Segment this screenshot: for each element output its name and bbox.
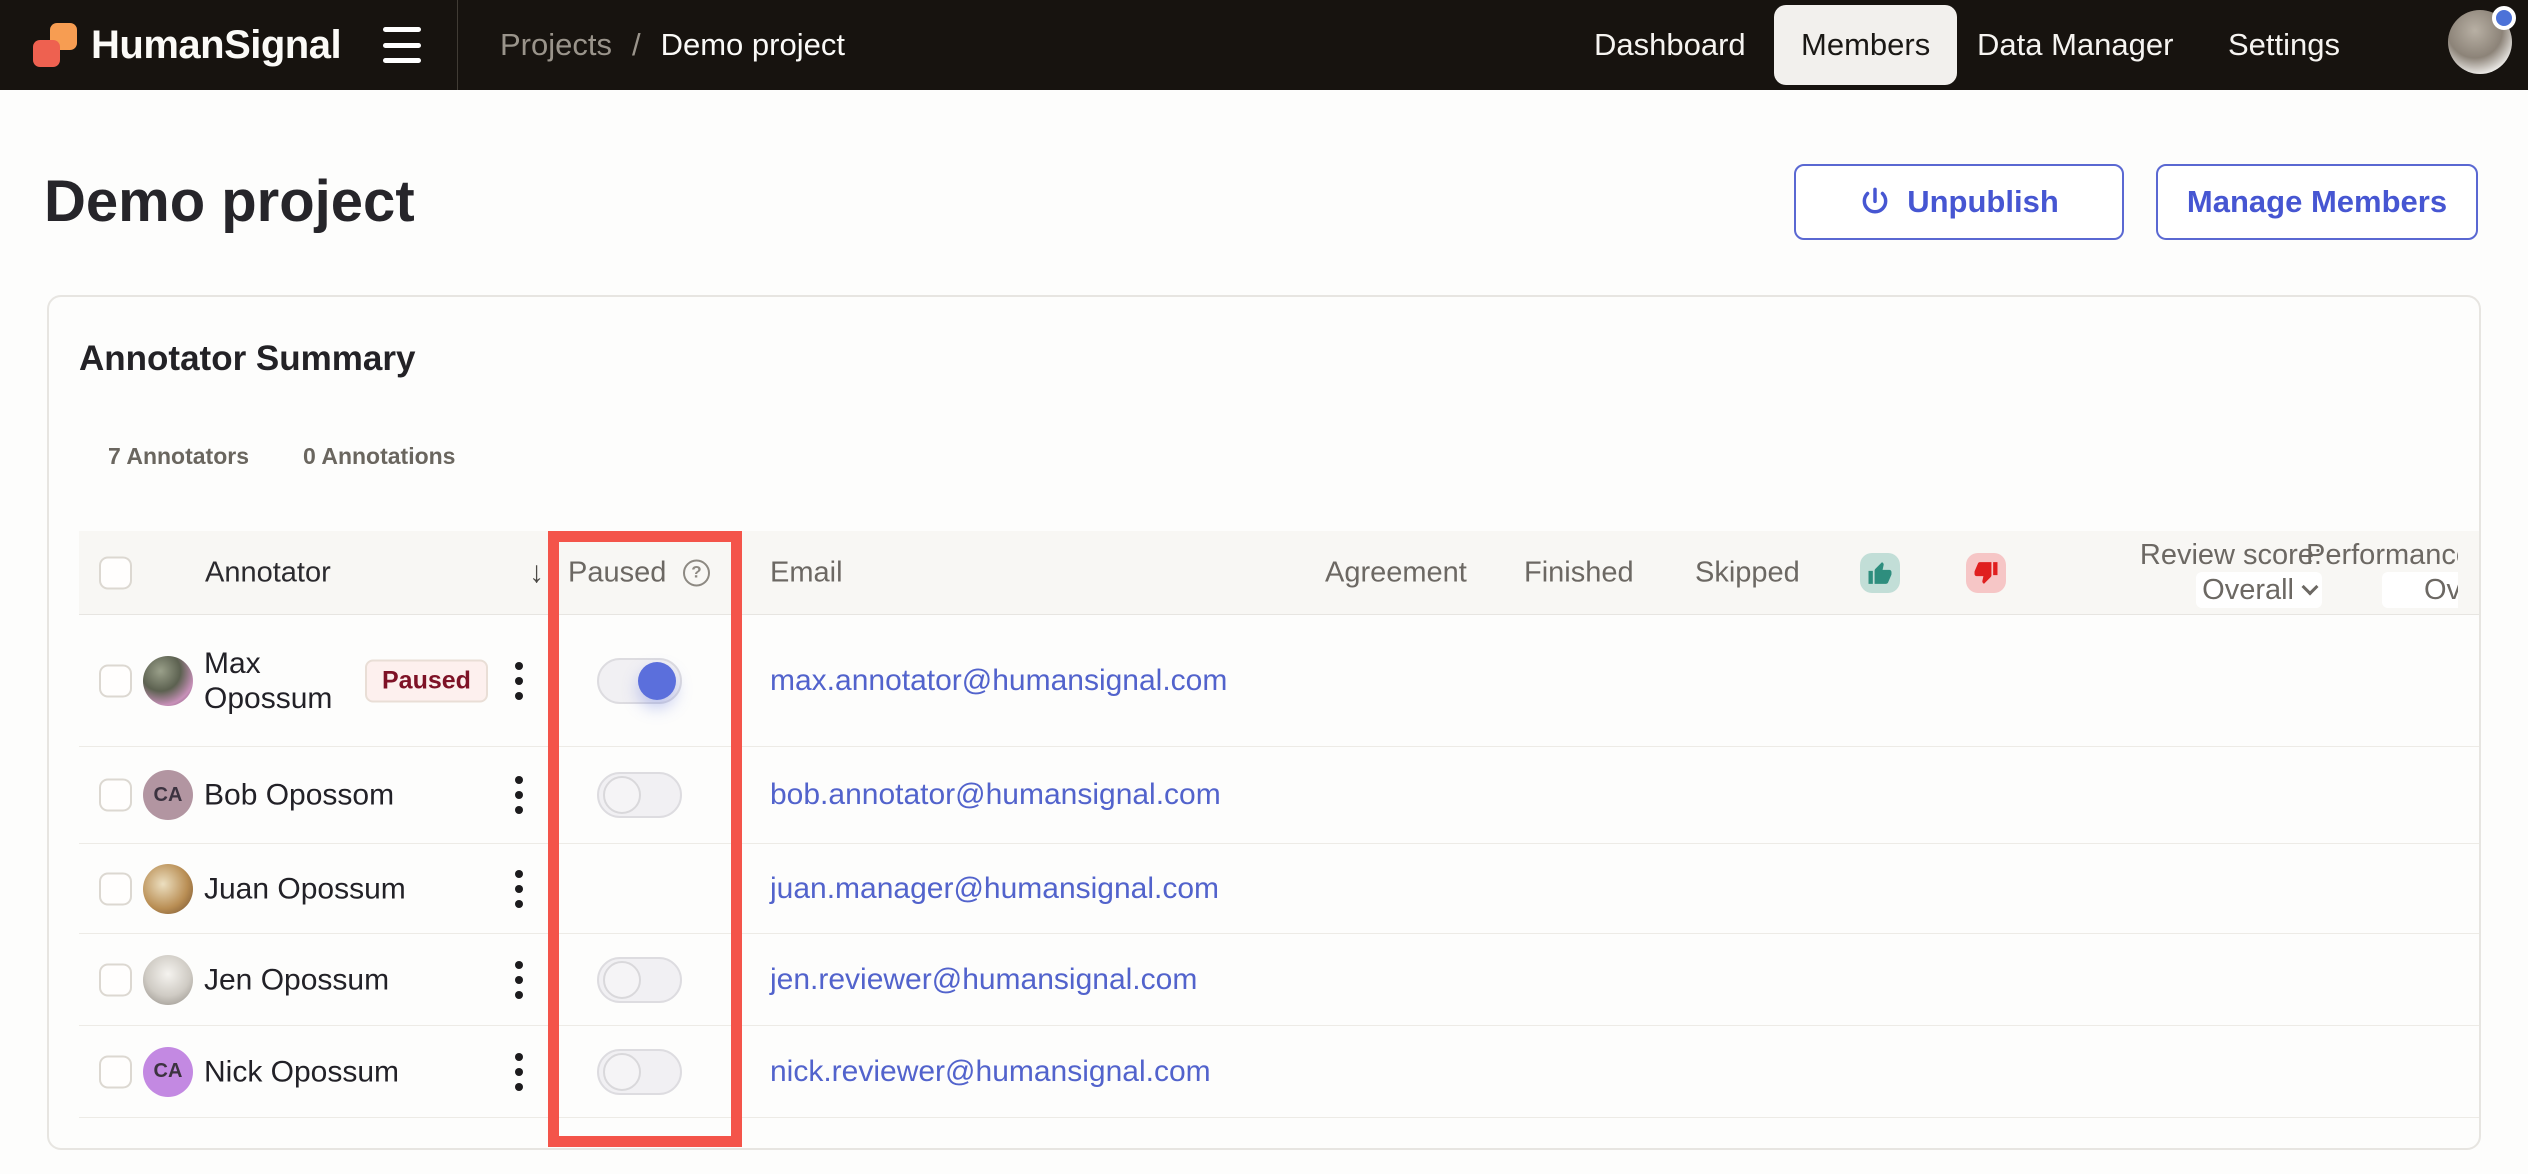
logo-text: HumanSignal: [91, 22, 342, 67]
review-score-label: Review score:: [2139, 538, 2322, 571]
column-header-performance: Performance Overall: [2306, 538, 2458, 608]
breadcrumb-separator: /: [631, 27, 641, 62]
row-menu-icon[interactable]: [507, 772, 531, 818]
avatar-initials: CA: [143, 1046, 193, 1097]
tab-data-manager[interactable]: Data Manager: [1977, 0, 2173, 90]
column-header-email: Email: [770, 556, 843, 588]
humansignal-logo-icon: [33, 23, 77, 67]
annotator-summary-title: Annotator Summary: [79, 339, 416, 378]
row-menu-icon[interactable]: [507, 1049, 531, 1095]
paused-toggle-off[interactable]: [597, 1048, 682, 1095]
tab-settings[interactable]: Settings: [2228, 0, 2340, 90]
page-title: Demo project: [44, 169, 415, 234]
annotator-name: Nick Opossum: [204, 1055, 400, 1088]
power-icon: [1859, 186, 1891, 218]
manage-members-button[interactable]: Manage Members: [2156, 164, 2478, 240]
sort-descending-icon[interactable]: ↓: [529, 556, 544, 590]
annotator-email-link[interactable]: max.annotator@humansignal.com: [770, 664, 1227, 698]
manage-members-button-label: Manage Members: [2186, 184, 2448, 219]
performance-selected-value: Overall: [2424, 573, 2458, 606]
top-navigation-bar: HumanSignal Projects / Demo project Dash…: [0, 0, 2528, 90]
review-score-select[interactable]: Overall: [2196, 571, 2322, 608]
thumbs-up-icon: [1860, 552, 1900, 593]
annotations-count: 0 Annotations: [303, 443, 456, 469]
breadcrumb-projects-link[interactable]: Projects: [500, 27, 612, 63]
annotator-email-link[interactable]: jen.reviewer@humansignal.com: [770, 963, 1197, 997]
table-row: CA Bob Opossom bob.annotator@humansignal…: [79, 747, 2479, 844]
performance-label: Performance: [2306, 538, 2458, 571]
paused-toggle-off[interactable]: [597, 772, 682, 818]
select-all-checkbox[interactable]: [99, 556, 132, 589]
paused-toggle-off[interactable]: [597, 956, 682, 1003]
table-row: CA Nick Opossum nick.reviewer@humansigna…: [79, 1026, 2479, 1118]
avatar-initials: CA: [143, 770, 193, 820]
table-row: Juan Opossum juan.manager@humansignal.co…: [79, 844, 2479, 934]
column-header-skipped: Skipped: [1695, 556, 1800, 588]
unpublish-button[interactable]: Unpublish: [1794, 164, 2124, 240]
online-status-badge: [2492, 6, 2516, 30]
annotator-summary-card: Annotator Summary 7 Annotators 0 Annotat…: [47, 295, 2481, 1150]
annotator-table: Annotator ↓ Paused ? Email Agreement Fin…: [79, 531, 2479, 1118]
annotator-email-link[interactable]: bob.annotator@humansignal.com: [770, 778, 1221, 812]
table-header-row: Annotator ↓ Paused ? Email Agreement Fin…: [79, 531, 2479, 615]
annotator-name: Bob Opossom: [204, 778, 395, 812]
tab-members-active[interactable]: Members: [1774, 5, 1958, 85]
annotator-email-link[interactable]: juan.manager@humansignal.com: [770, 872, 1219, 906]
column-header-annotator[interactable]: Annotator: [205, 556, 331, 589]
paused-badge: Paused: [365, 659, 488, 702]
logo-square-red: [33, 40, 60, 67]
performance-select[interactable]: Overall: [2382, 571, 2458, 608]
topbar-divider: [457, 0, 458, 90]
annotator-name: Max Opossum: [204, 646, 333, 715]
toggle-knob: [638, 661, 676, 700]
row-checkbox[interactable]: [99, 1055, 132, 1088]
table-row: Max Opossum Paused max.annotator@humansi…: [79, 615, 2479, 747]
annotator-name: Jen Opossum: [204, 963, 390, 996]
column-header-review-score: Review score: Overall: [2068, 538, 2322, 608]
avatar-photo: [143, 655, 193, 706]
row-checkbox[interactable]: [99, 963, 132, 996]
menu-icon[interactable]: [383, 27, 421, 63]
avatar-photo: [143, 954, 193, 1005]
paused-help-icon[interactable]: ?: [683, 559, 710, 586]
humansignal-logo[interactable]: HumanSignal: [33, 0, 342, 90]
row-checkbox[interactable]: [99, 872, 132, 905]
column-header-agreement: Agreement: [1325, 556, 1467, 588]
thumbs-down-icon: [1966, 552, 2006, 593]
user-avatar[interactable]: [2448, 6, 2516, 74]
table-row: Jen Opossum jen.reviewer@humansignal.com: [79, 934, 2479, 1026]
column-header-finished: Finished: [1524, 556, 1634, 588]
annotator-name: Juan Opossum: [204, 872, 406, 905]
review-score-selected-value: Overall: [2202, 573, 2294, 606]
row-menu-icon[interactable]: [507, 866, 531, 912]
toggle-knob: [603, 960, 641, 999]
row-menu-icon[interactable]: [507, 658, 531, 704]
row-checkbox[interactable]: [99, 664, 132, 697]
annotators-count: 7 Annotators: [108, 443, 249, 469]
annotator-email-link[interactable]: nick.reviewer@humansignal.com: [770, 1055, 1211, 1089]
tab-dashboard[interactable]: Dashboard: [1594, 0, 1746, 90]
breadcrumb-current-project: Demo project: [660, 27, 845, 62]
toggle-knob: [603, 1052, 641, 1091]
row-menu-icon[interactable]: [507, 957, 531, 1003]
row-checkbox[interactable]: [99, 778, 132, 812]
breadcrumb: Projects / Demo project: [500, 0, 845, 90]
unpublish-button-label: Unpublish: [1907, 184, 2059, 219]
avatar-photo: [143, 863, 193, 914]
toggle-knob: [603, 776, 641, 814]
column-header-paused: Paused: [568, 556, 667, 588]
paused-toggle-on[interactable]: [597, 657, 682, 704]
